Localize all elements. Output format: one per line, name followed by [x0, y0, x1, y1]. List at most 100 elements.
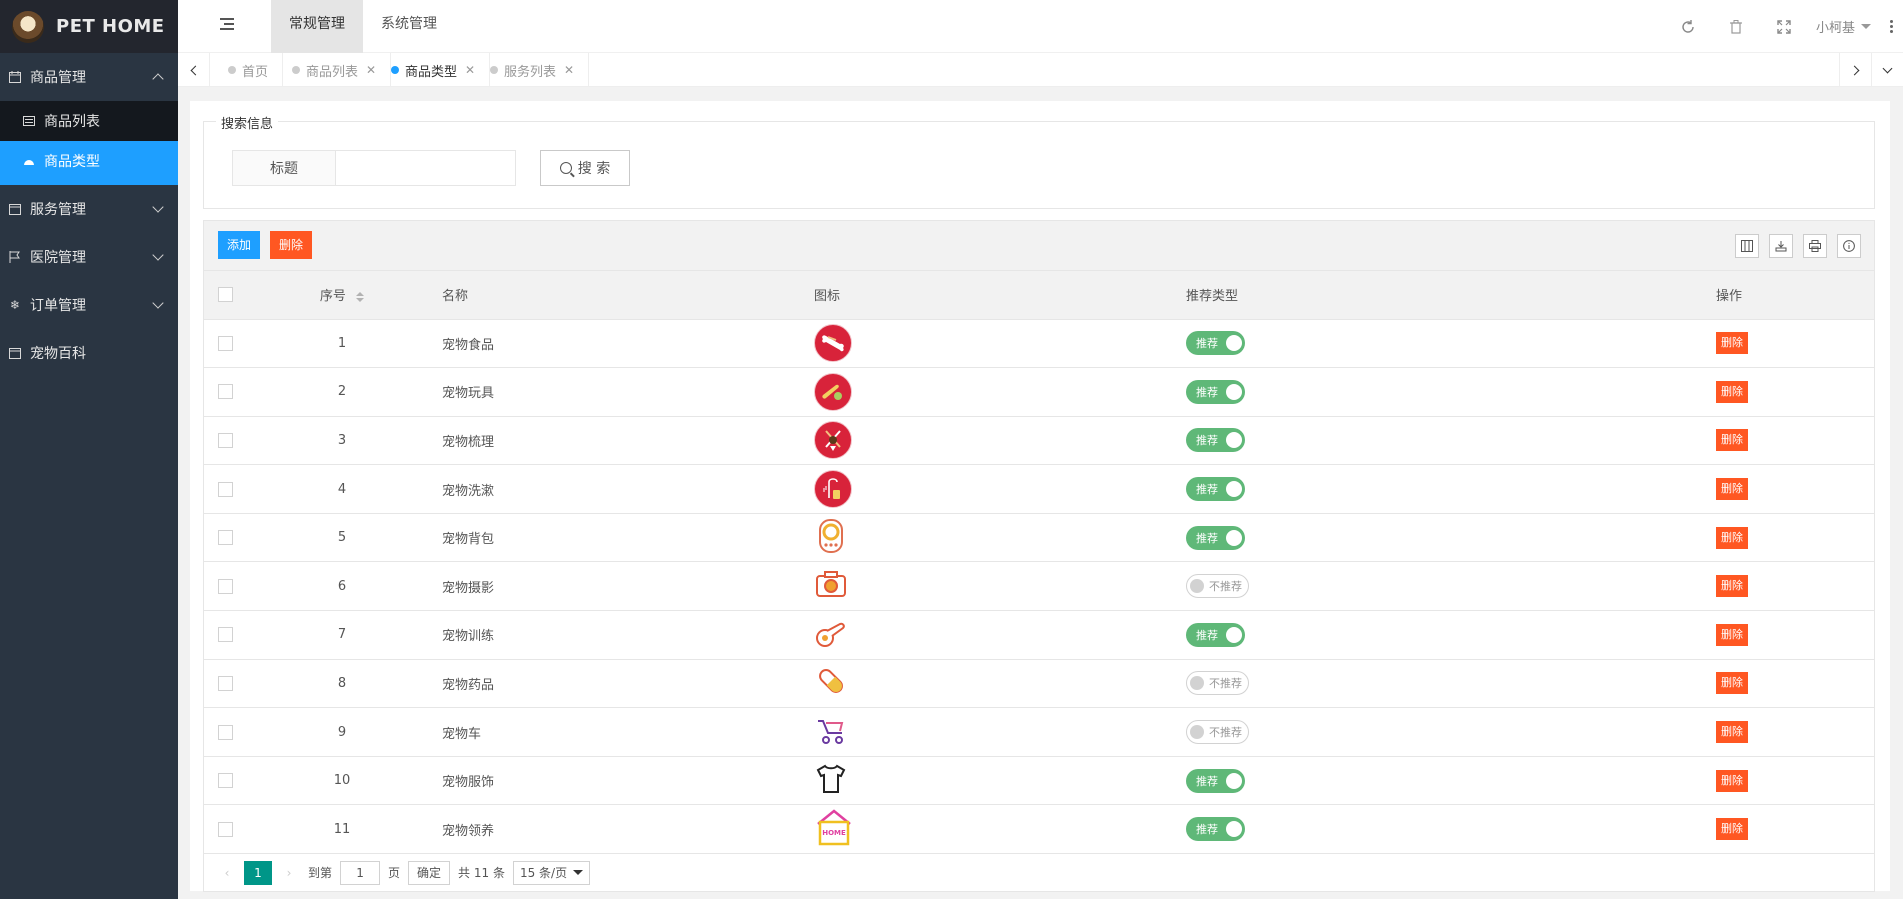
tabs-scroll-left-button[interactable] — [178, 53, 210, 87]
table-row: 11 宠物领养 HOME 推荐 删除 — [204, 804, 1874, 855]
tab-dot — [490, 66, 498, 74]
submenu-goods: 商品列表 商品类型 — [0, 101, 178, 185]
goto-confirm-button[interactable]: 确定 — [408, 860, 451, 885]
recommend-switch[interactable]: 推荐 — [1186, 817, 1245, 842]
recommend-switch-label: 推荐 — [1196, 434, 1218, 448]
ball-toy-icon — [814, 372, 852, 411]
recommend-switch[interactable]: 推荐 — [1186, 525, 1245, 550]
title-search-input[interactable] — [336, 150, 516, 186]
recommend-switch[interactable]: 不推荐 — [1186, 671, 1249, 696]
table-row: 4 宠物洗漱 推荐 删除 — [204, 464, 1874, 514]
trash-icon[interactable] — [1712, 0, 1760, 53]
add-button[interactable]: 添加 — [218, 231, 261, 259]
row-name: 宠物领养 — [442, 804, 814, 855]
batch-delete-button[interactable]: 删除 — [270, 231, 313, 259]
row-delete-button[interactable]: 删除 — [1716, 721, 1748, 744]
current-page[interactable]: 1 — [244, 860, 272, 885]
table-row: 6 宠物摄影 不推荐 删除 — [204, 561, 1874, 612]
prev-page-icon[interactable]: ‹ — [216, 866, 238, 880]
goto-page-input[interactable]: 1 — [340, 860, 381, 885]
fullscreen-icon[interactable] — [1760, 0, 1808, 53]
export-icon[interactable] — [1769, 234, 1793, 258]
top-header: 常规管理 系统管理 小柯基 — [178, 0, 1903, 53]
page-tab-label: 商品类型 — [405, 64, 458, 80]
refresh-icon[interactable] — [1664, 0, 1712, 53]
sidebar-item-goods[interactable]: 商品管理 — [0, 53, 178, 101]
page-label: 页 — [388, 866, 401, 881]
row-delete-button[interactable]: 删除 — [1716, 526, 1748, 549]
row-checkbox[interactable] — [218, 821, 233, 837]
columns-filter-icon[interactable] — [1735, 234, 1759, 258]
page-tab-service-list[interactable]: 服务列表 ✕ — [472, 53, 590, 87]
chevron-left-icon — [190, 65, 200, 75]
snowflake-icon: ❄ — [9, 298, 21, 312]
sidebar-item-hospital[interactable]: 医院管理 — [0, 233, 178, 281]
row-delete-button[interactable]: 删除 — [1716, 478, 1748, 501]
recommend-switch[interactable]: 不推荐 — [1186, 574, 1249, 599]
menu-toggle-icon[interactable] — [220, 18, 234, 30]
sidebar-item-wiki[interactable]: 宠物百科 — [0, 329, 178, 377]
row-checkbox[interactable] — [218, 481, 233, 497]
switch-knob — [1226, 772, 1242, 789]
row-delete-button[interactable]: 删除 — [1716, 380, 1748, 403]
page-size-value: 15 条/页 — [519, 866, 568, 881]
header-tab-general[interactable]: 常规管理 — [271, 0, 363, 53]
row-delete-button[interactable]: 删除 — [1716, 769, 1748, 792]
page-tab-home[interactable]: 首页 — [210, 53, 284, 87]
tabs-dropdown-button[interactable] — [1871, 53, 1903, 87]
row-checkbox[interactable] — [218, 384, 233, 400]
recommend-switch-label: 推荐 — [1196, 823, 1218, 837]
row-checkbox[interactable] — [218, 335, 233, 351]
sidebar-item-service[interactable]: 服务管理 — [0, 185, 178, 233]
recommend-switch-label: 推荐 — [1196, 531, 1218, 545]
row-checkbox[interactable] — [218, 432, 233, 448]
row-checkbox[interactable] — [218, 724, 233, 740]
col-header-num[interactable]: 序号 — [242, 271, 442, 320]
row-delete-button[interactable]: 删除 — [1716, 818, 1748, 841]
row-checkbox[interactable] — [218, 530, 233, 546]
header-tab-system[interactable]: 系统管理 — [363, 0, 455, 53]
row-delete-button[interactable]: 删除 — [1716, 575, 1748, 598]
table-header-row: 序号 名称 图标 推荐类型 操作 — [204, 271, 1874, 320]
recommend-switch[interactable]: 推荐 — [1186, 477, 1245, 502]
row-delete-button[interactable]: 删除 — [1716, 332, 1748, 355]
page-size-select[interactable]: 15 条/页 — [512, 860, 591, 885]
recommend-switch[interactable]: 推荐 — [1186, 331, 1245, 356]
chevron-up-icon — [152, 73, 164, 85]
sidebar-subitem-goods-type[interactable]: 商品类型 — [0, 141, 178, 181]
select-all-checkbox[interactable] — [218, 287, 233, 303]
recommend-switch-label: 不推荐 — [1209, 580, 1242, 594]
row-number: 8 — [242, 659, 442, 709]
row-delete-button[interactable]: 删除 — [1716, 672, 1748, 695]
row-delete-button[interactable]: 删除 — [1716, 623, 1748, 646]
user-menu[interactable]: 小柯基 — [1808, 17, 1879, 36]
recommend-switch[interactable]: 推荐 — [1186, 379, 1245, 404]
switch-knob — [1226, 481, 1242, 498]
next-page-icon[interactable]: › — [278, 866, 300, 880]
recommend-switch[interactable]: 推荐 — [1186, 768, 1245, 793]
row-checkbox[interactable] — [218, 675, 233, 691]
table-row: 10 宠物服饰 推荐 删除 — [204, 756, 1874, 806]
sidebar-item-order[interactable]: ❄ 订单管理 — [0, 281, 178, 329]
recommend-switch[interactable]: 不推荐 — [1186, 720, 1249, 745]
col-header-icon: 图标 — [814, 271, 1186, 320]
row-checkbox[interactable] — [218, 627, 233, 643]
calendar-icon — [8, 202, 22, 216]
logo[interactable]: PET HOME — [0, 0, 178, 53]
row-delete-button[interactable]: 删除 — [1716, 429, 1748, 452]
close-icon[interactable]: ✕ — [564, 63, 574, 77]
sort-icon[interactable] — [356, 291, 365, 302]
info-icon[interactable] — [1837, 234, 1861, 258]
sidebar-subitem-goods-list[interactable]: 商品列表 — [0, 101, 178, 141]
row-checkbox[interactable] — [218, 773, 233, 789]
more-vertical-icon[interactable] — [1879, 20, 1903, 33]
search-button[interactable]: 搜 索 — [540, 150, 630, 186]
table-row: 2 宠物玩具 推荐 删除 — [204, 367, 1874, 417]
print-icon[interactable] — [1803, 234, 1827, 258]
recommend-switch[interactable]: 推荐 — [1186, 428, 1245, 453]
tabs-scroll-right-button[interactable] — [1839, 53, 1871, 87]
recommend-switch[interactable]: 推荐 — [1186, 622, 1245, 647]
logo-dog-icon — [12, 10, 44, 43]
row-checkbox[interactable] — [218, 578, 233, 594]
switch-knob — [1226, 432, 1242, 449]
